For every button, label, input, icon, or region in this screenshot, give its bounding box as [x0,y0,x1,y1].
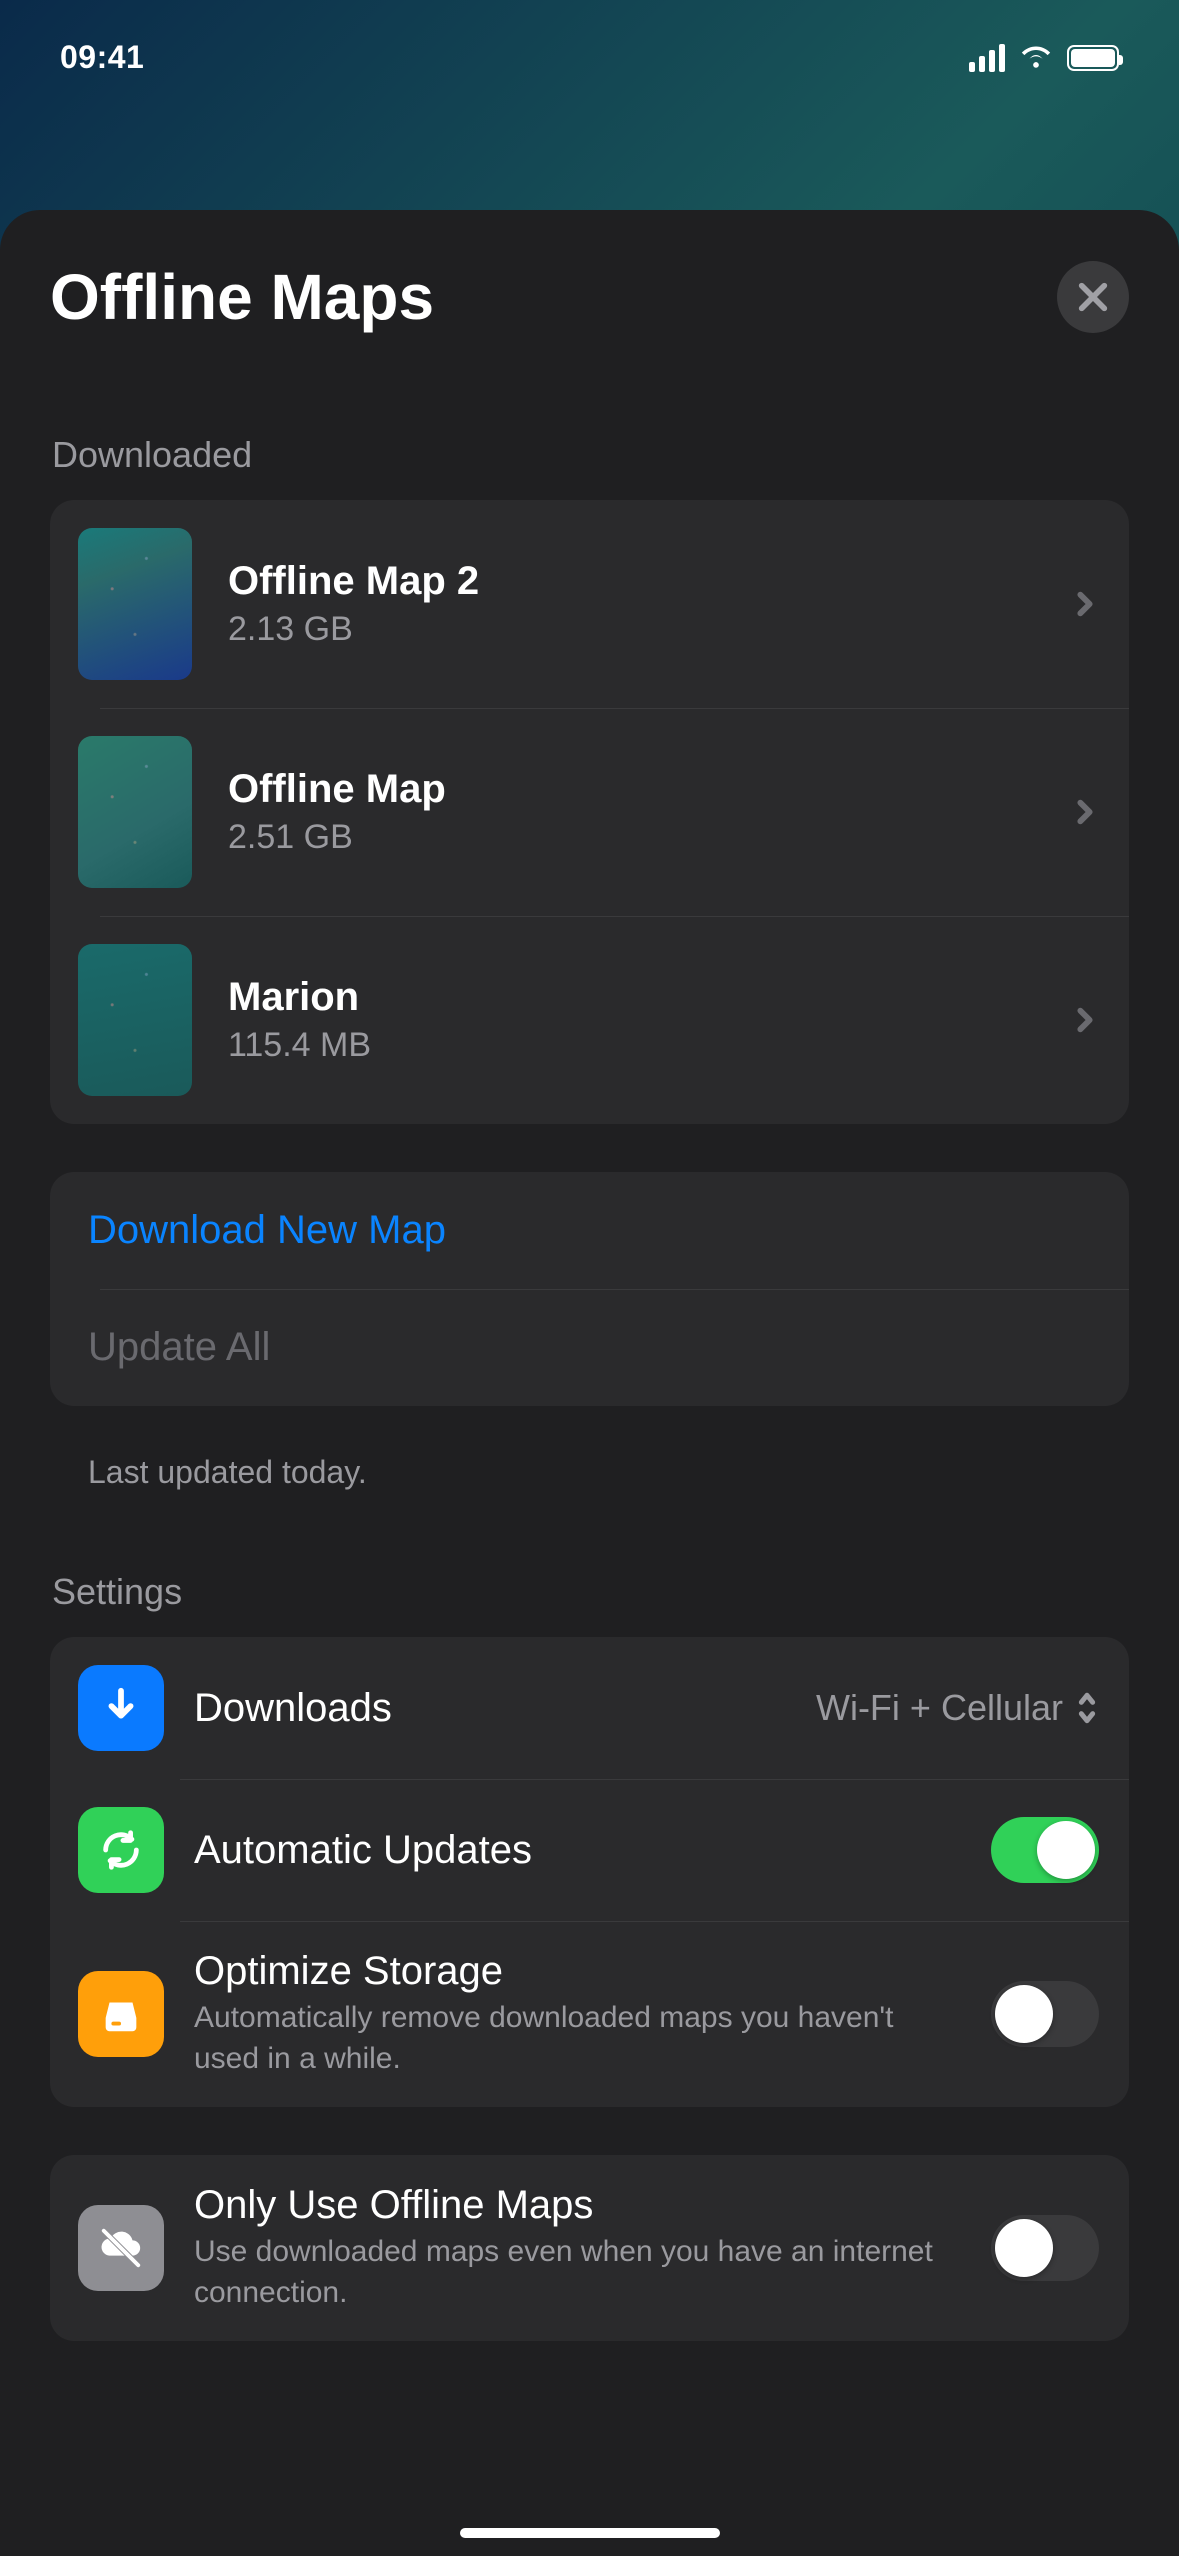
up-down-chevron-icon [1075,1691,1099,1725]
refresh-icon [78,1807,164,1893]
page-title: Offline Maps [50,260,434,334]
chevron-right-icon [1071,1006,1099,1034]
map-name-label: Offline Map [228,767,1035,812]
map-thumbnail-icon [78,944,192,1096]
only-offline-sub: Use downloaded maps even when you have a… [194,2232,961,2313]
only-offline-title: Only Use Offline Maps [194,2183,961,2228]
close-icon [1076,280,1110,314]
map-size-label: 115.4 MB [228,1026,1035,1065]
optimize-storage-sub: Automatically remove downloaded maps you… [194,1998,961,2079]
chevron-right-icon [1071,590,1099,618]
offline-maps-sheet: Offline Maps Downloaded Offline Map 2 2.… [0,210,1179,2556]
update-all-button: Update All [50,1289,1129,1406]
map-size-label: 2.51 GB [228,818,1035,857]
downloads-setting-row[interactable]: Downloads Wi-Fi + Cellular [50,1637,1129,1779]
cellular-signal-icon [969,44,1005,72]
automatic-updates-title: Automatic Updates [194,1828,961,1873]
wifi-icon [1019,42,1053,73]
map-size-label: 2.13 GB [228,610,1035,649]
settings-group-1: Downloads Wi-Fi + Cellular Automatic Upd… [50,1637,1129,2107]
optimize-storage-row: Optimize Storage Automatically remove do… [50,1921,1129,2107]
only-offline-row: Only Use Offline Maps Use downloaded map… [50,2155,1129,2341]
storage-icon [78,1971,164,2057]
map-row[interactable]: Offline Map 2 2.13 GB [50,500,1129,708]
settings-group-2: Only Use Offline Maps Use downloaded map… [50,2155,1129,2341]
status-indicators [969,42,1119,73]
map-name-label: Marion [228,975,1035,1020]
downloaded-maps-group: Offline Map 2 2.13 GB Offline Map 2.51 G… [50,500,1129,1124]
close-button[interactable] [1057,261,1129,333]
map-name-label: Offline Map 2 [228,559,1035,604]
only-offline-toggle[interactable] [991,2215,1099,2281]
download-arrow-icon [78,1665,164,1751]
automatic-updates-row: Automatic Updates [50,1779,1129,1921]
last-updated-label: Last updated today. [50,1454,1129,1571]
status-time: 09:41 [60,39,144,76]
map-thumbnail-icon [78,736,192,888]
map-row[interactable]: Offline Map 2.51 GB [50,708,1129,916]
settings-section-label: Settings [52,1571,1129,1613]
cloud-slash-icon [78,2205,164,2291]
map-row[interactable]: Marion 115.4 MB [50,916,1129,1124]
home-indicator[interactable] [460,2528,720,2538]
chevron-right-icon [1071,798,1099,826]
battery-icon [1067,45,1119,71]
status-bar: 09:41 [0,0,1179,100]
downloads-title: Downloads [194,1686,786,1731]
optimize-storage-title: Optimize Storage [194,1949,961,1994]
download-new-map-button[interactable]: Download New Map [50,1172,1129,1289]
downloads-value-text: Wi-Fi + Cellular [816,1687,1063,1729]
actions-group: Download New Map Update All [50,1172,1129,1406]
map-thumbnail-icon [78,528,192,680]
downloaded-section-label: Downloaded [52,434,1129,476]
downloads-value: Wi-Fi + Cellular [816,1687,1099,1729]
automatic-updates-toggle[interactable] [991,1817,1099,1883]
optimize-storage-toggle[interactable] [991,1981,1099,2047]
